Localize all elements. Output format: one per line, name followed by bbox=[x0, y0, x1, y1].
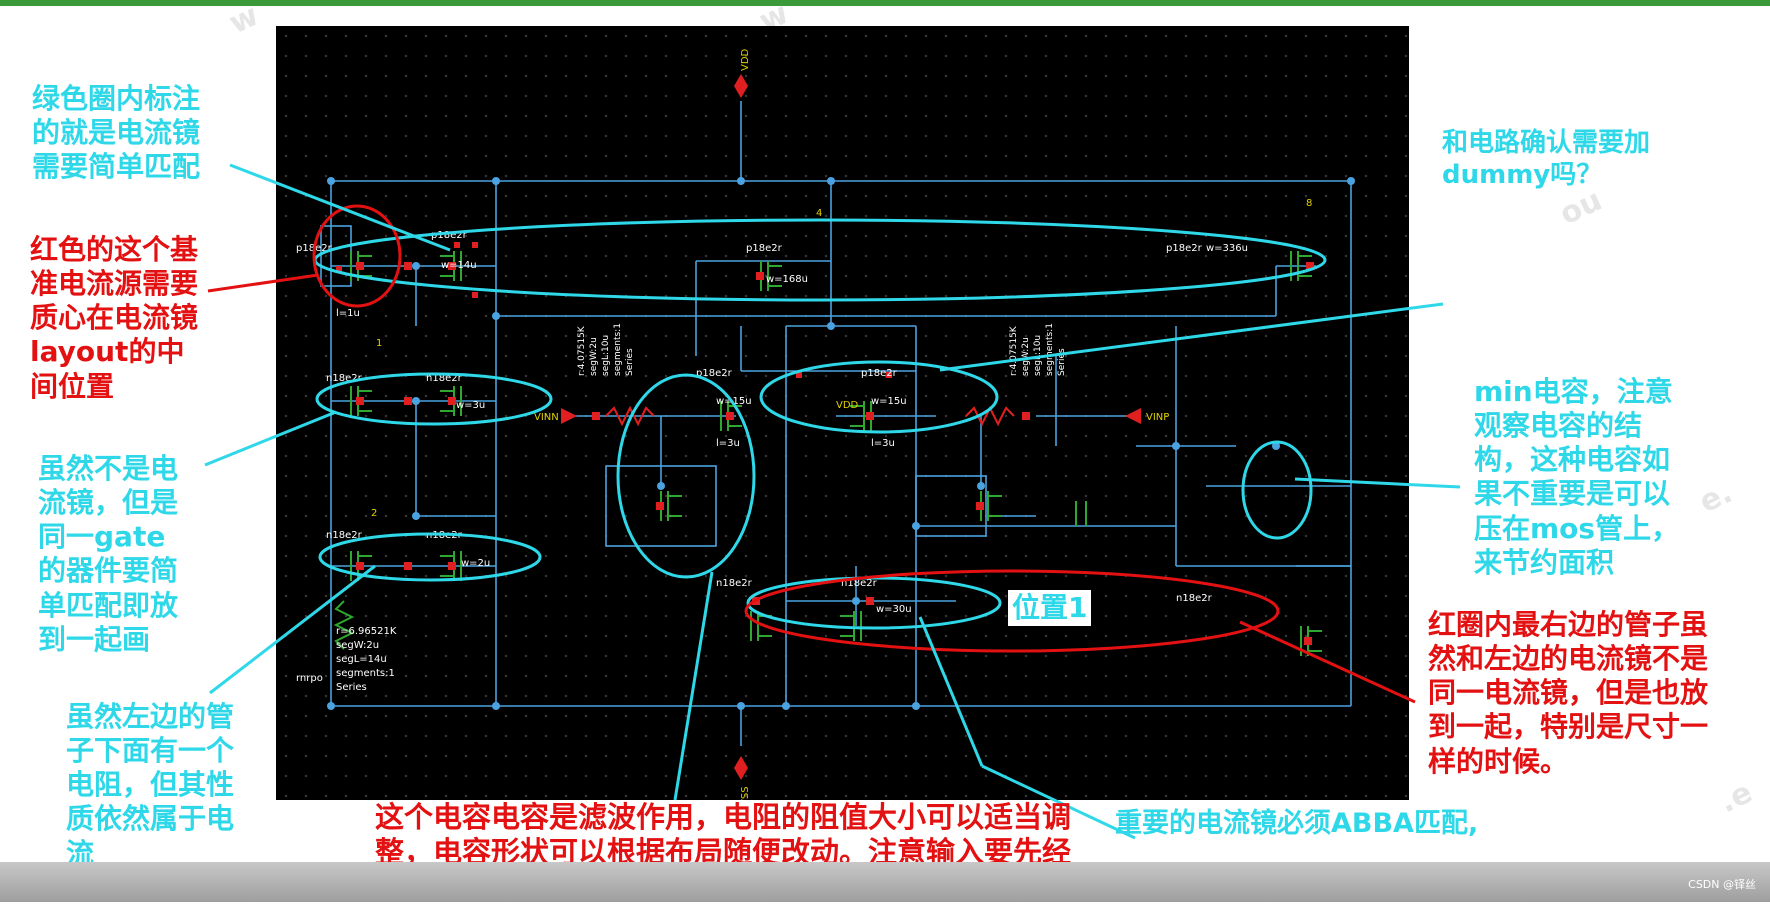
red-circle-ref-source bbox=[312, 204, 402, 308]
note-red-ref: 红色的这个基准电流源需要质心在电流镜layout的中间位置 bbox=[30, 233, 199, 403]
cyan-ellipse-nm4-nm5 bbox=[746, 576, 1002, 630]
footer-credit: CSDN @铎丝 bbox=[1688, 878, 1756, 891]
cyan-ellipse-min-cap bbox=[1241, 440, 1313, 540]
bottom-bar bbox=[0, 862, 1770, 902]
note-green-circle: 绿色圈内标注的就是电流镜需要简单匹配 bbox=[32, 82, 201, 184]
note-red-right: 红圈内最右边的管子虽然和左边的电流镜不是同一电流镜，但是也放到一起，特别是尺寸一… bbox=[1428, 608, 1709, 778]
cyan-ellipse-pmos-mirror bbox=[313, 218, 1327, 302]
note-dummy: 和电路确认需要加dummy吗？ bbox=[1442, 128, 1651, 190]
note-abba: 重要的电流镜必须ABBA匹配, bbox=[1115, 808, 1479, 839]
cyan-ellipse-nm0 bbox=[315, 372, 553, 426]
cyan-ellipse-nm2 bbox=[318, 532, 542, 582]
cyan-ellipse-diff-pair bbox=[759, 360, 999, 434]
position-1-label: 位置1 bbox=[1008, 590, 1092, 626]
note-resistor: 虽然左边的管子下面有一个电阻，但其性质依然属于电流 bbox=[66, 700, 235, 870]
note-same-gate: 虽然不是电流镜，但是同一gate的器件要简单匹配即放到一起画 bbox=[38, 452, 179, 656]
cyan-ellipse-filter-cap bbox=[616, 373, 756, 579]
note-min-cap: min电容，注意观察电容的结构，这种电容如果不重要是可以压在mos管上，来节约面… bbox=[1474, 375, 1680, 579]
